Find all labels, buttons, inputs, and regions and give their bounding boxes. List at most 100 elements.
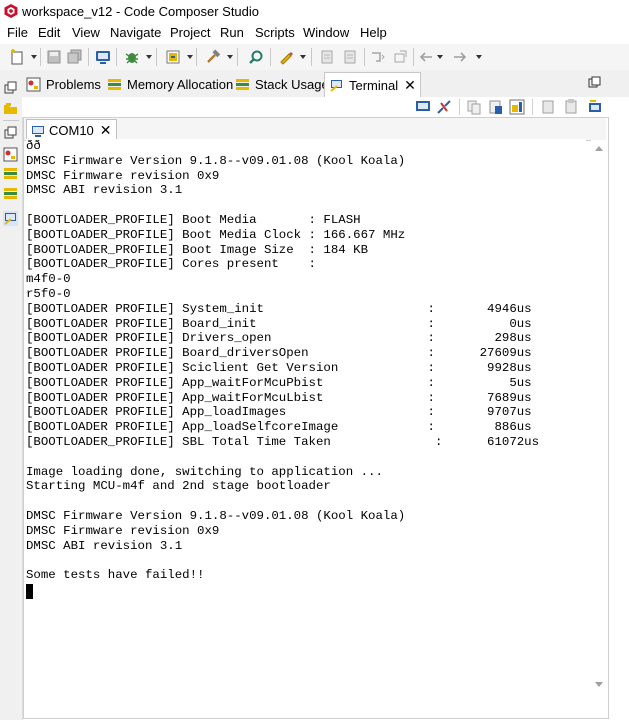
- build-hammer-icon[interactable]: [205, 49, 221, 65]
- tab-stack-usage[interactable]: Stack Usage: [235, 73, 329, 95]
- toolbar-separator: [237, 48, 238, 66]
- terminal-line: [BOOTLOADER PROFILE] App_loadSelfcoreIma…: [26, 420, 532, 435]
- terminal-line: [BOOTLOADER_PROFILE] Boot Media Clock : …: [26, 227, 406, 242]
- problems-icon: [26, 77, 41, 91]
- clear-console-icon[interactable]: [540, 99, 556, 115]
- terminal-line: [BOOTLOADER PROFILE] App_loadImages : 97…: [26, 405, 532, 420]
- menu-view[interactable]: View: [72, 25, 100, 40]
- memory-allocation-icon: [108, 78, 121, 90]
- title-bar: workspace_v12 - Code Composer Studio: [0, 0, 629, 24]
- display-selected-terminal-icon[interactable]: [587, 99, 603, 115]
- toolbar-separator: [156, 48, 157, 66]
- prev-annotation-icon[interactable]: [319, 49, 335, 65]
- window-title: workspace_v12 - Code Composer Studio: [22, 4, 260, 19]
- forward-arrow-icon[interactable]: [452, 49, 468, 65]
- terminal-line: DMSC Firmware Version 9.1.8--v09.01.08 (…: [26, 153, 406, 168]
- pen-tool-icon[interactable]: [278, 49, 294, 65]
- disconnect-icon[interactable]: [436, 99, 452, 115]
- terminal-view-icon[interactable]: [3, 211, 18, 226]
- terminal-line: [BOOTLOADER PROFILE] App_waitForMcuLbist…: [26, 390, 532, 405]
- debug-icon[interactable]: [124, 49, 140, 65]
- toolbar-separator: [459, 99, 460, 115]
- terminal-line: ðð: [26, 139, 41, 153]
- last-edit-icon[interactable]: [370, 49, 386, 65]
- menu-scripts[interactable]: Scripts: [255, 25, 295, 40]
- search-icon[interactable]: [248, 49, 264, 65]
- pen-dropdown-icon[interactable]: [300, 55, 306, 59]
- scroll-lock-icon[interactable]: [509, 99, 525, 115]
- terminal-line: [BOOTLOADER_PROFILE] Boot Image Size : 1…: [26, 242, 369, 257]
- edit-location-icon[interactable]: [392, 49, 408, 65]
- new-icon[interactable]: [9, 49, 25, 65]
- terminal-tab-label: COM10: [49, 123, 94, 138]
- terminal-output[interactable]: ðð DMSC Firmware Version 9.1.8--v09.01.0…: [26, 139, 586, 704]
- problems-icon[interactable]: [3, 147, 18, 162]
- restore-view-icon[interactable]: [3, 81, 18, 96]
- build-dropdown-icon[interactable]: [227, 55, 233, 59]
- terminal-icon: [32, 125, 44, 137]
- terminal-line: [BOOTLOADER PROFILE] System_init : 4946u…: [26, 301, 532, 316]
- toolbar-separator: [88, 48, 89, 66]
- terminal-line: DMSC Firmware revision 0x9: [26, 523, 220, 538]
- terminal-line: [BOOTLOADER PROFILE] Board_driversOpen :…: [26, 346, 532, 361]
- menu-edit[interactable]: Edit: [38, 25, 60, 40]
- terminal-line: DMSC Firmware Version 9.1.8--v09.01.08 (…: [26, 508, 406, 523]
- menu-run[interactable]: Run: [220, 25, 244, 40]
- flash-dropdown-icon[interactable]: [187, 55, 193, 59]
- new-dropdown-icon[interactable]: [31, 55, 37, 59]
- menu-project[interactable]: Project: [170, 25, 210, 40]
- save-all-icon[interactable]: [67, 49, 83, 65]
- tab-label: Problems: [46, 76, 101, 92]
- vertical-scrollbar[interactable]: [591, 140, 606, 694]
- menu-window[interactable]: Window: [303, 25, 349, 40]
- terminal-line: r5f0-0: [26, 286, 71, 301]
- back-dropdown-icon[interactable]: [437, 55, 443, 59]
- close-icon[interactable]: ✕: [100, 122, 112, 139]
- maximize-view-icon[interactable]: [588, 76, 601, 89]
- tab-label: Stack Usage: [255, 76, 329, 92]
- terminal-line: [BOOTLOADER PROFILE] Drivers_open : 298u…: [26, 331, 532, 346]
- stack-usage-icon: [236, 78, 249, 90]
- toolbar-separator: [196, 48, 197, 66]
- tab-memory-allocation[interactable]: Memory Allocation: [107, 73, 233, 95]
- project-explorer-icon[interactable]: [3, 101, 18, 116]
- tab-terminal[interactable]: Terminal ✕: [324, 72, 421, 97]
- open-terminal-icon[interactable]: [415, 99, 431, 115]
- code-composer-logo-icon: [4, 4, 18, 18]
- tab-problems[interactable]: Problems: [26, 73, 101, 95]
- terminal-line: DMSC Firmware revision 0x9: [26, 168, 220, 183]
- terminal-line: [BOOTLOADER PROFILE] App_waitForMcuPbist…: [26, 375, 532, 390]
- toolbar-separator: [364, 48, 365, 66]
- toolbar-separator: [270, 48, 271, 66]
- forward-dropdown-icon[interactable]: [476, 55, 482, 59]
- tab-label: Terminal: [349, 77, 399, 93]
- toolbar-separator: [311, 48, 312, 66]
- main-toolbar: [0, 44, 629, 70]
- back-arrow-icon[interactable]: [418, 49, 434, 65]
- stack-usage-icon[interactable]: [3, 186, 18, 201]
- scroll-down-arrow-icon[interactable]: [595, 682, 603, 687]
- menu-navigate[interactable]: Navigate: [110, 25, 161, 40]
- scroll-up-arrow-icon[interactable]: [595, 146, 603, 151]
- paste-icon[interactable]: [488, 99, 504, 115]
- terminal-text: ðð DMSC Firmware Version 9.1.8--v09.01.0…: [26, 139, 586, 583]
- flash-load-icon[interactable]: [165, 49, 181, 65]
- toolbar-separator: [116, 48, 117, 66]
- debug-dropdown-icon[interactable]: [146, 55, 152, 59]
- toolbar-separator: [40, 48, 41, 66]
- memory-allocation-icon[interactable]: [3, 166, 18, 181]
- save-icon[interactable]: [46, 49, 62, 65]
- terminal-open-icon[interactable]: [95, 49, 111, 65]
- terminal-line: [BOOTLOADER_PROFILE] SBL Total Time Take…: [26, 434, 540, 449]
- terminal-line: Image loading done, switching to applica…: [26, 464, 383, 479]
- pin-console-icon[interactable]: [563, 99, 579, 115]
- view-tab-bar: Problems Memory Allocation Stack Usage T…: [22, 70, 629, 98]
- menu-help[interactable]: Help: [360, 25, 387, 40]
- close-icon[interactable]: ✕: [404, 77, 416, 94]
- toolbar-separator: [532, 99, 533, 115]
- menu-file[interactable]: File: [7, 25, 28, 40]
- trim-separator: [3, 120, 19, 121]
- restore-view-icon[interactable]: [3, 126, 18, 141]
- copy-icon[interactable]: [466, 99, 482, 115]
- next-annotation-icon[interactable]: [342, 49, 358, 65]
